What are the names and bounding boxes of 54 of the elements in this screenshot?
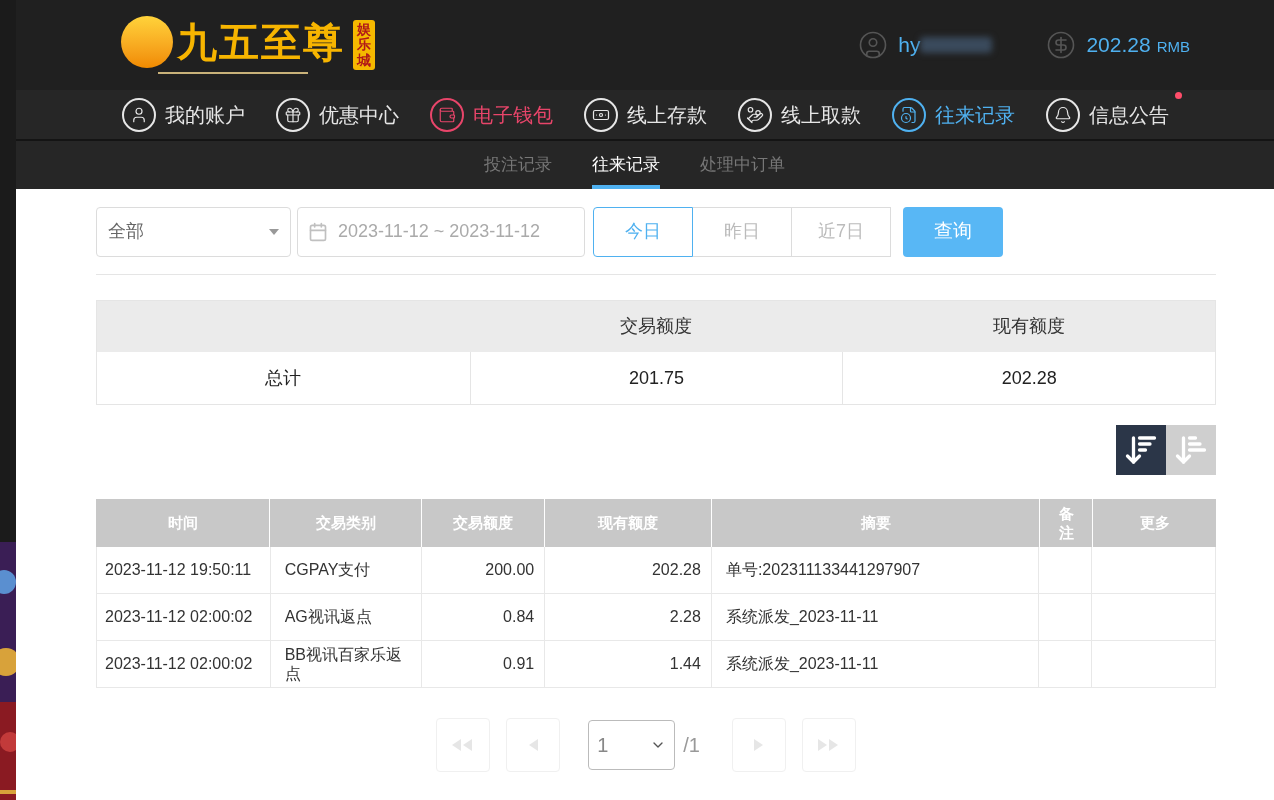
summary-cell: 201.75 (469, 352, 843, 404)
sub-tab[interactable]: 往来记录 (591, 144, 660, 189)
table-cell: 1.44 (544, 641, 711, 687)
sub-tab[interactable]: 投注记录 (483, 144, 552, 189)
table-cell: 2.28 (544, 594, 711, 640)
page-total: /1 (683, 733, 700, 758)
currency: RMB (1156, 36, 1190, 57)
gift-icon (276, 97, 310, 132)
table-cell: 0.91 (421, 641, 545, 687)
table-cell-text: 2023-11-12 19:50:11 (104, 560, 253, 581)
calendar-icon (308, 221, 328, 242)
table-cell: CGPAY支付 (269, 547, 422, 593)
summary-header: 现有额度 (991, 315, 1066, 338)
left-icon (527, 739, 539, 751)
next-page-button[interactable] (731, 718, 786, 772)
bell-icon (1046, 97, 1080, 132)
nav-item[interactable]: 线上存款 (584, 97, 707, 132)
balance: 202.28 (1086, 32, 1151, 59)
hand-coins-icon (738, 97, 772, 132)
table-cell: 系统派发_2023-11-11 (710, 641, 1039, 687)
user-icon (858, 30, 889, 60)
username[interactable]: hy (898, 29, 921, 61)
nav-item[interactable]: 信息公告 (1046, 97, 1169, 132)
nav-item[interactable]: 往来记录 (892, 97, 1015, 132)
table-cell: 单号:202311133441297907 (710, 547, 1039, 593)
table-cell: 200.00 (421, 547, 545, 593)
nav-item[interactable]: 电子钱包 (430, 97, 553, 132)
previous-page-button[interactable] (506, 718, 561, 772)
user-icon (122, 97, 156, 132)
dollar-icon (1046, 30, 1077, 60)
wallet-icon (430, 97, 464, 132)
page-select[interactable]: 1 (588, 720, 676, 770)
banknote-icon (584, 97, 618, 132)
summary-cell: 202.28 (842, 352, 1215, 404)
document-clock-icon (892, 97, 926, 132)
table-cell: 202.28 (544, 547, 711, 593)
table-cell-text: 2023-11-12 02:00:02 (104, 607, 254, 628)
type-select[interactable]: 全部 (96, 206, 291, 257)
summary-header: 交易额度 (619, 315, 693, 338)
table-cell: 系统派发_2023-11-11 (710, 594, 1039, 640)
sort-descending-button[interactable] (1116, 425, 1166, 475)
table-cell: BB视讯百家乐返点 (269, 641, 422, 687)
sub-tab[interactable]: 处理中订单 (699, 144, 785, 189)
table-cell-text: 2023-11-12 02:00:02 (104, 654, 254, 675)
table-cell: 0.84 (421, 594, 545, 640)
nav-item[interactable]: 线上取款 (738, 97, 861, 132)
first-page-button[interactable] (436, 718, 491, 772)
nav-item[interactable]: 优惠中心 (276, 97, 399, 132)
last-page-button[interactable] (801, 718, 856, 772)
table-cell: AG视讯返点 (269, 594, 422, 640)
caret-icon (269, 228, 279, 235)
right-icon (753, 739, 765, 751)
nav-item[interactable]: 我的账户 (122, 97, 245, 132)
summary-cell-text: 总计 (264, 366, 303, 390)
